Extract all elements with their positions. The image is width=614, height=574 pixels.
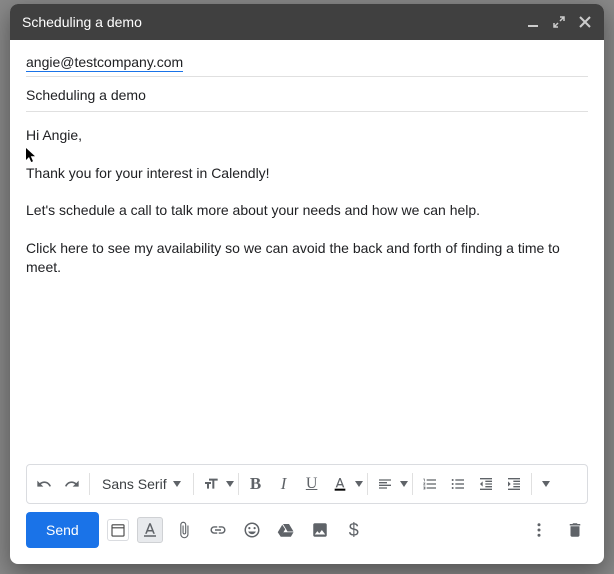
- bulleted-list-button[interactable]: [445, 470, 471, 498]
- subject-field[interactable]: Scheduling a demo: [26, 77, 588, 112]
- more-formatting-dropdown[interactable]: [536, 481, 556, 487]
- font-family-label: Sans Serif: [102, 476, 167, 492]
- expand-icon[interactable]: [552, 15, 566, 29]
- insert-photo-button[interactable]: [307, 517, 333, 543]
- bold-button[interactable]: B: [243, 470, 269, 498]
- chevron-down-icon[interactable]: [355, 481, 363, 487]
- insert-drive-button[interactable]: [273, 517, 299, 543]
- formatting-toolbar: Sans Serif B I U: [26, 464, 588, 504]
- recipient-chip[interactable]: angie@testcompany.com: [26, 54, 183, 72]
- confidential-mode-button[interactable]: $: [341, 517, 367, 543]
- body-line: Let's schedule a call to talk more about…: [26, 201, 588, 221]
- body-line: Click here to see my availability so we …: [26, 239, 588, 278]
- insert-emoji-button[interactable]: [239, 517, 265, 543]
- body-line: Thank you for your interest in Calendly!: [26, 164, 588, 184]
- chevron-down-icon: [173, 481, 181, 487]
- text-color-button[interactable]: [327, 470, 353, 498]
- body-line: Hi Angie,: [26, 126, 588, 146]
- chevron-down-icon[interactable]: [400, 481, 408, 487]
- divider: [238, 473, 239, 495]
- undo-button[interactable]: [31, 470, 57, 498]
- divider: [89, 473, 90, 495]
- titlebar: Scheduling a demo: [10, 4, 604, 40]
- italic-button[interactable]: I: [271, 470, 297, 498]
- divider: [367, 473, 368, 495]
- message-body[interactable]: Hi Angie, Thank you for your interest in…: [10, 112, 604, 464]
- window-controls: [526, 15, 592, 29]
- numbered-list-button[interactable]: [417, 470, 443, 498]
- bottom-right-controls: [526, 517, 588, 543]
- underline-button[interactable]: U: [299, 470, 325, 498]
- divider: [193, 473, 194, 495]
- align-button[interactable]: [372, 470, 398, 498]
- font-family-dropdown[interactable]: Sans Serif: [94, 470, 189, 498]
- discard-draft-button[interactable]: [562, 517, 588, 543]
- bottom-toolbar: Send $: [10, 512, 604, 564]
- indent-less-button[interactable]: [473, 470, 499, 498]
- header-fields: angie@testcompany.com Scheduling a demo: [10, 40, 604, 112]
- divider: [412, 473, 413, 495]
- schedule-send-button[interactable]: [107, 519, 129, 541]
- recipients-field[interactable]: angie@testcompany.com: [26, 48, 588, 77]
- redo-button[interactable]: [59, 470, 85, 498]
- more-options-button[interactable]: [526, 517, 552, 543]
- insert-link-button[interactable]: [205, 517, 231, 543]
- formatting-options-button[interactable]: [137, 517, 163, 543]
- indent-more-button[interactable]: [501, 470, 527, 498]
- divider: [531, 473, 532, 495]
- font-size-button[interactable]: [198, 470, 224, 498]
- send-button[interactable]: Send: [26, 512, 99, 548]
- compose-window: Scheduling a demo angie@testcompany.com …: [10, 4, 604, 564]
- close-icon[interactable]: [578, 15, 592, 29]
- window-title: Scheduling a demo: [22, 14, 526, 30]
- attach-file-button[interactable]: [171, 517, 197, 543]
- attach-toolbar: $: [107, 517, 518, 543]
- chevron-down-icon[interactable]: [226, 481, 234, 487]
- minimize-icon[interactable]: [526, 15, 540, 29]
